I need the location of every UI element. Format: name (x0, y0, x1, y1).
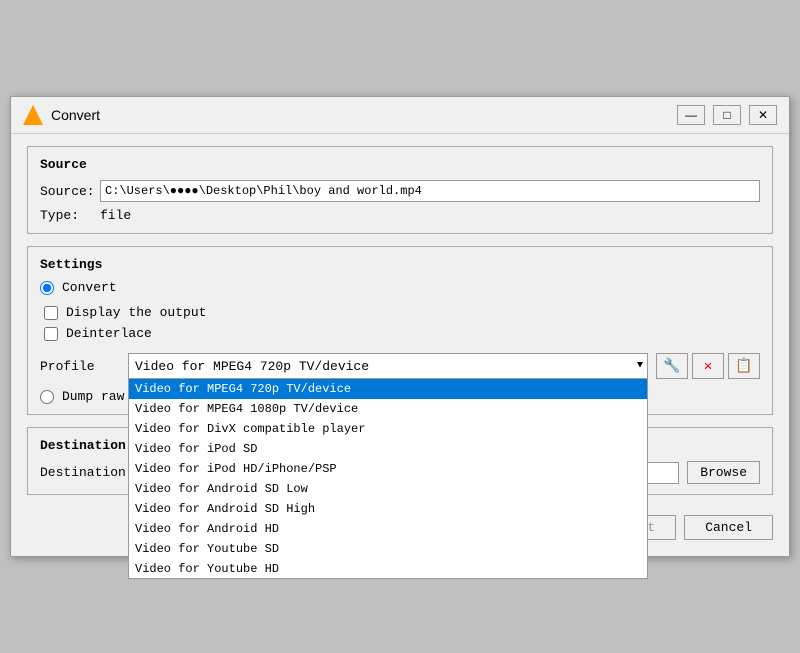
title-bar-controls: — □ ✕ (677, 105, 777, 125)
maximize-button[interactable]: □ (713, 105, 741, 125)
window-content: Source Source: Type: file Settings Conve… (11, 134, 789, 556)
type-row: Type: file (40, 208, 760, 223)
dropdown-item[interactable]: Video for iPod HD/iPhone/PSP (129, 459, 647, 479)
display-output-label: Display the output (66, 305, 206, 320)
dropdown-item[interactable]: Video for iPod SD (129, 439, 647, 459)
source-section: Source Source: Type: file (27, 146, 773, 234)
cancel-button[interactable]: Cancel (684, 515, 773, 540)
convert-radio[interactable] (40, 281, 54, 295)
profile-select[interactable]: Video for MPEG4 720p TV/device ▼ (128, 353, 648, 379)
minimize-button[interactable]: — (677, 105, 705, 125)
settings-section: Settings Convert Display the output Dein… (27, 246, 773, 415)
deinterlace-label: Deinterlace (66, 326, 152, 341)
dropdown-item[interactable]: Video for Android HD (129, 519, 647, 539)
profile-select-wrapper: Video for MPEG4 720p TV/device ▼ Video f… (128, 353, 648, 379)
edit-profile-button[interactable]: 🔧 (656, 353, 688, 379)
source-field-label: Source: (40, 184, 100, 199)
convert-radio-row: Convert (40, 280, 760, 295)
dropdown-item[interactable]: Video for Youtube SD (129, 539, 647, 559)
profile-action-buttons: 🔧 ✕ 📋 (656, 353, 760, 379)
dropdown-item[interactable]: Video for Youtube HD (129, 559, 647, 579)
profile-dropdown-list[interactable]: Video for MPEG4 720p TV/deviceVideo for … (128, 379, 648, 579)
browse-button[interactable]: Browse (687, 461, 760, 484)
new-profile-button[interactable]: 📋 (728, 353, 760, 379)
settings-section-title: Settings (40, 257, 760, 272)
source-row: Source: (40, 180, 760, 202)
profile-selected-text: Video for MPEG4 720p TV/device (135, 359, 369, 374)
convert-window: Convert — □ ✕ Source Source: Type: file … (10, 96, 790, 557)
dropdown-item[interactable]: Video for Android SD High (129, 499, 647, 519)
source-input[interactable] (100, 180, 760, 202)
dropdown-item[interactable]: Video for MPEG4 1080p TV/device (129, 399, 647, 419)
vlc-icon (23, 105, 43, 125)
type-label: Type: (40, 208, 100, 223)
window-title: Convert (51, 107, 100, 123)
source-section-title: Source (40, 157, 760, 172)
profile-label: Profile (40, 359, 120, 374)
title-bar-left: Convert (23, 105, 100, 125)
dump-raw-radio[interactable] (40, 390, 54, 404)
display-output-row: Display the output (44, 305, 760, 320)
dropdown-arrow-icon: ▼ (637, 361, 643, 372)
profile-row: Profile Video for MPEG4 720p TV/device ▼… (40, 353, 760, 379)
deinterlace-row: Deinterlace (44, 326, 760, 341)
dropdown-item[interactable]: Video for DivX compatible player (129, 419, 647, 439)
dropdown-item[interactable]: Video for MPEG4 720p TV/device (129, 379, 647, 399)
title-bar: Convert — □ ✕ (11, 97, 789, 134)
close-button[interactable]: ✕ (749, 105, 777, 125)
dropdown-item[interactable]: Video for Android SD Low (129, 479, 647, 499)
convert-label: Convert (62, 280, 117, 295)
deinterlace-checkbox[interactable] (44, 327, 58, 341)
type-value: file (100, 208, 131, 223)
display-output-checkbox[interactable] (44, 306, 58, 320)
delete-profile-button[interactable]: ✕ (692, 353, 724, 379)
